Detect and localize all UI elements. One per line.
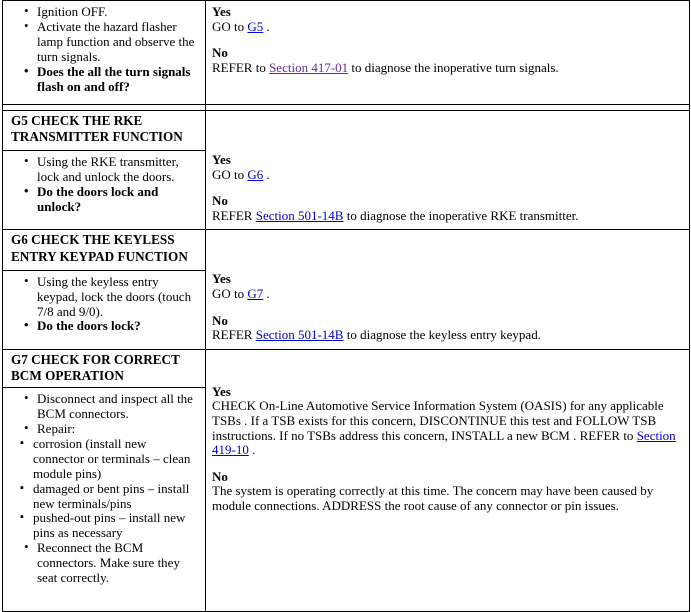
step-heading-g6: G6 CHECK THE KEYLESS ENTRY KEYPAD FUNCTI… <box>2 229 206 271</box>
result-label-no: No <box>212 468 228 484</box>
list-item: Ignition OFF. <box>24 4 199 20</box>
result-prefix: REFER <box>212 327 256 343</box>
action-list: Using the keyless entry keypad, lock the… <box>3 274 199 335</box>
result-suffix: . <box>263 285 270 301</box>
result-label-yes: Yes <box>212 271 231 287</box>
result-suffix: . <box>263 18 270 34</box>
result-text-no: REFER to Section 417-01 to diagnose the … <box>212 59 683 76</box>
step-heading-row-g6: G6 CHECK THE KEYLESS ENTRY KEYPAD FUNCTI… <box>2 229 690 350</box>
action-cell: Ignition OFF. Activate the hazard flashe… <box>2 0 206 105</box>
link-section-501-14b[interactable]: Section 501-14B <box>256 208 344 223</box>
list-item: Using the keyless entry keypad, lock the… <box>24 274 199 320</box>
link-g6[interactable]: G6 <box>247 167 263 182</box>
result-label-yes: Yes <box>212 4 231 19</box>
list-item: Using the RKE transmitter, lock and unlo… <box>24 154 199 185</box>
list-item: Disconnect and inspect all the BCM conne… <box>24 391 199 422</box>
list-item: Repair: <box>24 421 199 437</box>
result-cell: Yes GO to G7 . No REFER Section 501-14B … <box>205 229 690 350</box>
action-sublist: corrosion (install new connector or term… <box>3 436 199 541</box>
result-text-no: REFER Section 501-14B to diagnose the in… <box>212 207 683 224</box>
list-item: pushed-out pins – install new pins as ne… <box>20 510 199 541</box>
result-prefix: GO to <box>212 285 248 301</box>
action-cell: Using the keyless entry keypad, lock the… <box>2 269 206 350</box>
step-heading-row-g7: G7 CHECK FOR CORRECT BCM OPERATION Yes C… <box>2 348 690 612</box>
result-label-no: No <box>212 312 228 328</box>
result-text-yes: GO to G6 . <box>212 166 683 183</box>
result-text-yes: GO to G5 . <box>212 18 683 35</box>
action-list: Ignition OFF. Activate the hazard flashe… <box>3 4 199 95</box>
result-text-yes: CHECK On-Line Automotive Service Informa… <box>212 399 683 457</box>
result-label-no: No <box>212 193 228 209</box>
step-heading-g5: G5 CHECK THE RKE TRANSMITTER FUNCTION <box>2 109 206 152</box>
result-prefix: GO to <box>212 166 248 182</box>
link-section-501-14b[interactable]: Section 501-14B <box>256 327 344 342</box>
list-item: Activate the hazard flasher lamp functio… <box>24 19 199 65</box>
document-page: Ignition OFF. Activate the hazard flashe… <box>0 0 691 612</box>
step-heading-g7: G7 CHECK FOR CORRECT BCM OPERATION <box>2 348 206 389</box>
action-list: Disconnect and inspect all the BCM conne… <box>3 391 199 437</box>
result-label-no: No <box>212 45 228 61</box>
result-text-yes: GO to G7 . <box>212 285 683 302</box>
step-heading-row-g5: G5 CHECK THE RKE TRANSMITTER FUNCTION Ye… <box>2 109 690 231</box>
link-g5[interactable]: G5 <box>247 19 263 34</box>
result-cell: Yes GO to G6 . No REFER Section 501-14B … <box>205 109 690 231</box>
list-item: Reconnect the BCM connectors. Make sure … <box>24 540 199 586</box>
result-suffix: to diagnose the inoperative RKE transmit… <box>343 207 579 223</box>
link-g7[interactable]: G7 <box>247 286 263 301</box>
list-item-question: Do the doors lock? <box>24 318 199 334</box>
result-text-no: REFER Section 501-14B to diagnose the ke… <box>212 327 683 343</box>
list-item-question: Does the all the turn signals flash on a… <box>24 64 199 95</box>
result-suffix: to diagnose the inoperative turn signals… <box>348 59 559 75</box>
list-item: damaged or bent pins – install new termi… <box>20 481 199 512</box>
result-prefix: CHECK On-Line Automotive Service Informa… <box>212 398 664 443</box>
result-suffix: . <box>248 442 256 458</box>
action-cell: Using the RKE transmitter, lock and unlo… <box>2 150 206 231</box>
action-list-tail: Reconnect the BCM connectors. Make sure … <box>3 540 199 586</box>
result-prefix: REFER to <box>212 59 270 75</box>
result-suffix: . <box>263 166 270 182</box>
diagnostic-procedure-table: Ignition OFF. Activate the hazard flashe… <box>2 0 690 612</box>
result-suffix: to diagnose the keyless entry keypad. <box>343 327 541 343</box>
result-cell: Yes CHECK On-Line Automotive Service Inf… <box>205 348 690 612</box>
result-text-no: The system is operating correctly at thi… <box>212 483 654 513</box>
list-item-question: Do the doors lock and unlock? <box>24 184 199 215</box>
result-label-yes: Yes <box>212 383 231 399</box>
action-list: Using the RKE transmitter, lock and unlo… <box>3 154 199 215</box>
action-cell: Disconnect and inspect all the BCM conne… <box>2 387 206 612</box>
result-prefix: GO to <box>212 18 248 34</box>
result-label-yes: Yes <box>212 152 231 167</box>
table-row: Ignition OFF. Activate the hazard flashe… <box>2 0 690 105</box>
list-item: corrosion (install new connector or term… <box>20 436 199 482</box>
table-body: Ignition OFF. Activate the hazard flashe… <box>2 0 690 612</box>
result-prefix: REFER <box>212 207 256 223</box>
link-section-417-01[interactable]: Section 417-01 <box>269 60 348 75</box>
result-cell: Yes GO to G5 . No REFER to Section 417-0… <box>205 0 690 105</box>
